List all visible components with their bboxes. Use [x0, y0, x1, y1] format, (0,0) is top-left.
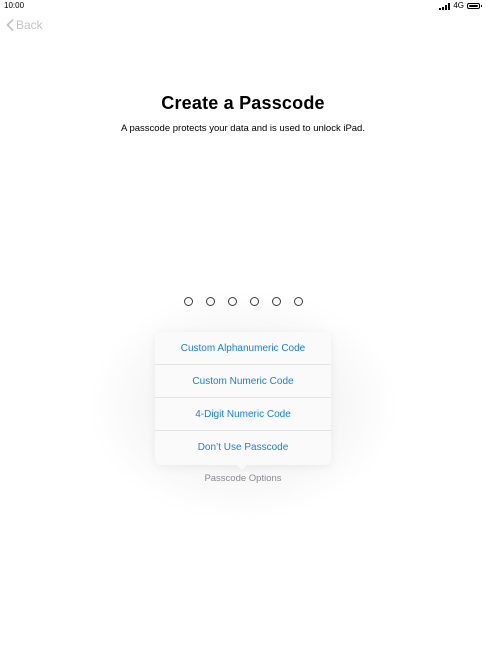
passcode-dot — [271, 297, 281, 306]
option-4-digit-numeric[interactable]: 4-Digit Numeric Code — [155, 398, 331, 431]
battery-icon — [467, 3, 482, 9]
network-type: 4G — [453, 1, 464, 10]
passcode-setup-screen: 10:00 4G Back Create a Passcode A passco… — [0, 0, 486, 648]
page-subtitle: A passcode protects your data and is use… — [121, 123, 365, 134]
popover-arrow — [236, 464, 248, 470]
passcode-options-link[interactable]: Passcode Options — [0, 473, 486, 484]
option-custom-alphanumeric[interactable]: Custom Alphanumeric Code — [155, 332, 331, 365]
passcode-dot — [183, 297, 193, 306]
chevron-left-icon — [6, 19, 14, 31]
option-dont-use-passcode[interactable]: Don’t Use Passcode — [155, 431, 331, 464]
option-custom-numeric[interactable]: Custom Numeric Code — [155, 365, 331, 398]
signal-icon — [439, 2, 451, 10]
status-bar: 10:00 4G — [0, 0, 486, 12]
back-button[interactable]: Back — [6, 18, 43, 32]
passcode-dot — [249, 297, 259, 306]
back-label: Back — [16, 18, 43, 32]
status-time: 10:00 — [4, 1, 25, 10]
passcode-dot — [293, 297, 303, 306]
passcode-dot — [205, 297, 215, 306]
passcode-dots[interactable] — [0, 297, 486, 306]
page-title: Create a Passcode — [161, 93, 325, 113]
status-indicators: 4G — [439, 0, 482, 12]
passcode-options-menu: Custom Alphanumeric Code Custom Numeric … — [155, 332, 331, 465]
passcode-dot — [227, 297, 237, 306]
